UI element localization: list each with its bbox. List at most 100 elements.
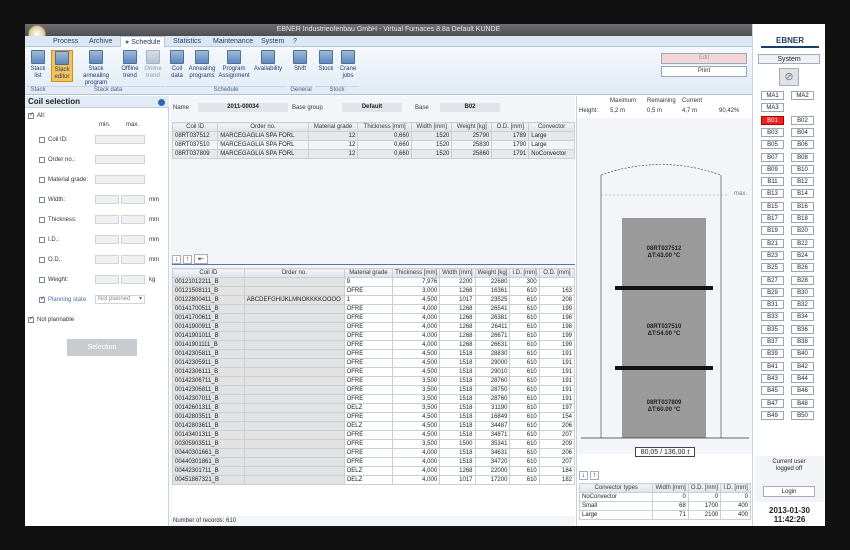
menu-maintenance[interactable]: Maintenance	[209, 36, 257, 47]
online-trend-button[interactable]: Online trend	[142, 50, 164, 80]
stack-col-header[interactable]: Weight [kg]	[451, 122, 493, 132]
order-no-checkbox[interactable]	[39, 157, 45, 163]
shift-button[interactable]: Shift	[289, 50, 311, 73]
base-button-b32[interactable]: B32	[791, 300, 814, 310]
table-row[interactable]: 00142305811_B OFRE 4,500 1518 28830 610 191	[172, 349, 575, 359]
menu-process[interactable]: Process	[49, 36, 82, 47]
coil-col-header[interactable]: Coil ID	[172, 268, 245, 278]
base-button-b04[interactable]: B04	[791, 127, 814, 137]
stack-col-header[interactable]: O.D. [mm]	[491, 122, 530, 132]
table-row[interactable]: 00143401311_B OFRE 4,500 1518 34871 610 207	[172, 430, 575, 440]
base-button-b25[interactable]: B25	[761, 263, 784, 273]
stack-col-header[interactable]: Thickness [mm]	[357, 122, 413, 132]
convector-row[interactable]: NoConvector 0 0 0	[578, 492, 751, 502]
base-button-b49[interactable]: B49	[761, 410, 784, 420]
od-checkbox[interactable]	[39, 257, 45, 263]
base-field[interactable]: B02	[440, 103, 500, 112]
coil-col-header[interactable]: Width [mm]	[439, 268, 476, 278]
base-button-ma1[interactable]: MA1	[761, 91, 784, 100]
selection-button[interactable]: Selection	[67, 339, 137, 356]
table-row[interactable]: 00121012211_B 9 7,976 2200 22680 300	[172, 277, 575, 287]
login-button[interactable]: Login	[763, 486, 815, 497]
table-row[interactable]: 00142306711_B OFRE 3,500 1518 28760 610 191	[172, 376, 575, 386]
base-button-b21[interactable]: B21	[761, 238, 784, 248]
base-button-b34[interactable]: B34	[791, 312, 814, 322]
crane-jobs-button[interactable]: Crane jobs	[337, 50, 359, 80]
base-button-b15[interactable]: B15	[761, 201, 784, 211]
stack-name-field[interactable]: 2011-00034	[198, 103, 288, 112]
stock-button[interactable]: Stock	[315, 50, 337, 73]
base-button-ma2[interactable]: MA2	[791, 91, 814, 100]
base-button-b19[interactable]: B19	[761, 226, 784, 236]
base-button-b07[interactable]: B07	[761, 152, 784, 162]
width-min-field[interactable]	[95, 195, 119, 204]
base-button-b35[interactable]: B35	[761, 324, 784, 334]
base-button-b48[interactable]: B48	[791, 398, 814, 408]
weight-checkbox[interactable]	[39, 277, 45, 283]
table-row[interactable]: 00122800411_B ABCDEFGHIJKLMNOKKKKOOOO 1 4,5…	[172, 295, 575, 305]
base-button-b50[interactable]: B50	[791, 410, 814, 420]
base-button-b28[interactable]: B28	[791, 275, 814, 285]
base-button-b14[interactable]: B14	[791, 189, 814, 199]
thickness-max-field[interactable]	[121, 215, 145, 224]
base-button-b39[interactable]: B39	[761, 349, 784, 359]
thickness-checkbox[interactable]	[39, 217, 45, 223]
system-button[interactable]: System	[758, 54, 820, 64]
base-button-b33[interactable]: B33	[761, 312, 784, 322]
base-button-b43[interactable]: B43	[761, 373, 784, 383]
table-row[interactable]: 00141901011_B OFRE 4,000 1268 26671 610 199	[172, 331, 575, 341]
coil-col-header[interactable]: Thickness [mm]	[392, 268, 441, 278]
stack-editor-button[interactable]: Stack editor	[51, 50, 73, 82]
table-row[interactable]: 00141901111_B OFRE 4,000 1268 26631 610 199	[172, 340, 575, 350]
width-checkbox[interactable]	[39, 197, 45, 203]
table-row[interactable]: 00142803611_B OELZ 4,500 1518 34487 610 206	[172, 421, 575, 431]
arrow-up-icon[interactable]: ↑	[589, 471, 599, 480]
stack-row[interactable]: 08RT037510 MARCEGAGLIA SPA FORL 12 0,660 152…	[171, 140, 575, 150]
coil-data-button[interactable]: Coil data	[166, 50, 188, 80]
base-button-b11[interactable]: B11	[761, 177, 784, 187]
convector-row[interactable]: Large 71 2100 400	[578, 510, 751, 520]
stack-col-header[interactable]: Material grade	[307, 122, 359, 132]
coil-col-header[interactable]: Material grade	[343, 268, 394, 278]
coil-id-checkbox[interactable]	[39, 137, 45, 143]
table-row[interactable]: 00442301711_B OELZ 4,000 1268 22000 610 184	[172, 466, 575, 476]
table-row[interactable]: 00142803511_B OFRE 4,500 1518 16849 610 154	[172, 412, 575, 422]
planning-state-select[interactable]: Not planned	[95, 295, 145, 304]
base-button-b16[interactable]: B16	[791, 201, 814, 211]
table-row[interactable]: 00142306111_B OFRE 4,500 1518 29010 610 191	[172, 367, 575, 377]
no-entry-icon[interactable]: ⊘	[779, 68, 799, 86]
base-button-b36[interactable]: B36	[791, 324, 814, 334]
not-plannable-checkbox[interactable]	[28, 315, 34, 323]
table-row[interactable]: 00141700611_B OFRE 4,000 1268 26381 610 198	[172, 313, 575, 323]
base-button-b30[interactable]: B30	[791, 287, 814, 297]
info-icon[interactable]	[158, 99, 165, 106]
menu-system[interactable]: System	[257, 36, 288, 47]
furnace-coil-1[interactable]: 08RT037512 ΔT:43.00 °C	[622, 246, 706, 260]
stack-col-header[interactable]: Coil ID	[171, 122, 219, 132]
base-button-b38[interactable]: B38	[791, 337, 814, 346]
table-row[interactable]: 00141700511_B OFRE 4,000 1268 26541 610 199	[172, 304, 575, 314]
arrow-down-icon[interactable]: ↓	[172, 255, 181, 264]
weight-min-field[interactable]	[95, 275, 119, 284]
table-row[interactable]: 00141900911_B OFRE 4,000 1268 26411 610 198	[172, 322, 575, 332]
table-row[interactable]: 00440301661_B OFRE 4,000 1518 34631 610 206	[172, 448, 575, 458]
id-max-field[interactable]	[121, 235, 145, 244]
offline-trend-button[interactable]: Offline trend	[119, 50, 141, 80]
base-button-b17[interactable]: B17	[761, 214, 784, 223]
convector-row[interactable]: Small 68 1700 400	[578, 501, 751, 511]
arrow-down-icon[interactable]: ↓	[579, 471, 588, 480]
order-no-field[interactable]	[95, 155, 145, 164]
menu-archive[interactable]: Archive	[85, 36, 116, 47]
annealing-programs-button[interactable]: Annealing programs	[188, 50, 216, 80]
stack-col-header[interactable]: Convector	[528, 122, 575, 132]
stack-row[interactable]: 08RT037809 MARCEGAGLIA SPA FORL 12 0,660 152…	[171, 149, 575, 159]
base-button-b03[interactable]: B03	[761, 127, 784, 137]
print-button[interactable]: Print	[661, 66, 747, 77]
program-assignment-button[interactable]: Program Assignment	[218, 50, 250, 80]
menu-statistics[interactable]: Statistics	[169, 36, 205, 47]
table-row[interactable]: 00142306811_B OFRE 3,500 1518 28750 610 191	[172, 385, 575, 395]
base-button-b08[interactable]: B08	[791, 152, 814, 162]
base-button-b09[interactable]: B09	[761, 164, 784, 174]
stack-col-header[interactable]: Width [mm]	[411, 122, 453, 132]
base-button-b18[interactable]: B18	[791, 214, 814, 223]
